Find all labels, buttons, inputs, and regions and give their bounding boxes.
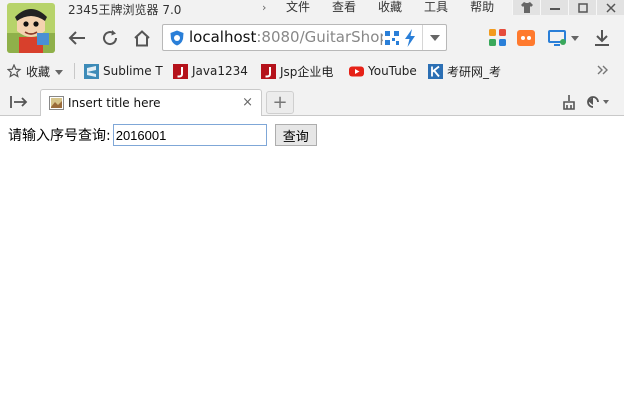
address-bar[interactable]: localhost:8080/GuitarShop	[162, 24, 447, 51]
query-form: 请输入序号查询: 查询	[8, 124, 317, 146]
double-chevron-right-icon	[597, 64, 609, 78]
dropdown-arrow-icon	[429, 34, 440, 41]
user-avatar[interactable]	[7, 3, 55, 53]
url-text[interactable]: localhost:8080/GuitarShop	[189, 28, 383, 46]
youtube-icon	[349, 64, 364, 79]
new-tab-button[interactable]: +	[266, 91, 294, 114]
minimize-button[interactable]	[540, 0, 568, 15]
bookmark-label: Sublime T	[103, 64, 163, 78]
bookmark-separator	[74, 63, 75, 79]
favorites-label: 收藏	[26, 64, 51, 79]
qr-code-icon[interactable]	[385, 31, 399, 45]
game-icon[interactable]	[516, 28, 536, 48]
refresh-icon	[103, 30, 118, 46]
url-port-path: :8080/GuitarShop	[256, 28, 383, 46]
window-controls	[512, 0, 624, 15]
bookmark-label: 考研网_考	[447, 64, 502, 79]
screenshot-dropdown-icon[interactable]	[570, 28, 580, 48]
close-icon	[605, 2, 616, 13]
menu-file[interactable]: 文件	[286, 0, 310, 15]
address-dropdown-button[interactable]	[422, 25, 446, 50]
tab-strip: Insert title here × +	[0, 88, 624, 116]
menu-help[interactable]: 帮助	[470, 0, 494, 15]
refresh-button[interactable]	[97, 25, 123, 51]
bookmark-label: YouTube	[368, 64, 417, 78]
lightning-icon[interactable]	[403, 29, 417, 47]
download-icon[interactable]	[592, 28, 612, 48]
bookmark-label: Jsp企业电	[280, 64, 334, 79]
bookmark-item[interactable]: Jsp企业电	[261, 62, 333, 80]
home-button[interactable]	[129, 25, 155, 51]
home-icon	[134, 29, 150, 46]
back-arrow-icon	[68, 31, 85, 45]
url-host: localhost	[189, 28, 257, 46]
favorites-menu[interactable]: 收藏	[7, 62, 64, 80]
broom-icon	[563, 95, 575, 110]
app-title: 2345王牌浏览器 7.0	[68, 3, 182, 17]
menu-view[interactable]: 查看	[332, 0, 356, 15]
star-add-icon	[7, 63, 22, 79]
bookmark-label: Java1234	[192, 64, 248, 78]
maximize-icon	[577, 2, 588, 13]
java-j-icon	[173, 63, 188, 79]
screenshot-icon[interactable]	[548, 28, 568, 48]
query-button[interactable]: 查询	[274, 124, 317, 146]
chevron-down-icon	[55, 64, 64, 78]
shield-icon	[170, 30, 184, 46]
bookmark-item[interactable]: YouTube	[349, 62, 417, 80]
undo-close-tab-button[interactable]	[582, 89, 612, 115]
menu-tools[interactable]: 工具	[424, 0, 448, 15]
menu-favorites[interactable]: 收藏	[378, 0, 402, 15]
sidebar-toggle-button[interactable]	[6, 89, 32, 115]
query-label: 请输入序号查询:	[8, 128, 111, 144]
close-tab-icon[interactable]: ×	[242, 95, 253, 110]
sublime-icon	[84, 63, 99, 79]
minimize-icon	[549, 7, 560, 10]
shirt-icon	[520, 2, 533, 13]
tab-title: Insert title here	[68, 96, 161, 110]
page-favicon-icon	[49, 96, 64, 110]
bookmarks-bar: 收藏 Sublime T Java1234 Jsp企业电 YouTube 考研网…	[0, 60, 624, 82]
chevron-right-icon[interactable]: ›	[262, 1, 276, 14]
back-button[interactable]	[64, 25, 90, 51]
undo-icon	[587, 96, 609, 108]
close-window-button[interactable]	[596, 0, 624, 15]
plus-icon: +	[272, 92, 288, 113]
sidebar-toggle-icon	[10, 96, 28, 108]
page-content: 请输入序号查询: 查询	[0, 117, 624, 420]
menu-bar: › 文件 查看 收藏 工具 帮助	[262, 0, 516, 15]
bookmark-item[interactable]: 考研网_考	[428, 62, 501, 80]
browser-chrome: 2345王牌浏览器 7.0 › 文件 查看 收藏 工具 帮助 localhost…	[0, 0, 624, 116]
kaoyan-icon	[428, 63, 443, 79]
serial-number-input[interactable]	[112, 124, 267, 146]
maximize-button[interactable]	[568, 0, 596, 15]
bookmarks-overflow-button[interactable]	[597, 62, 609, 80]
clean-button[interactable]	[556, 89, 582, 115]
java-j-icon	[261, 63, 276, 79]
tab-insert-title[interactable]: Insert title here ×	[40, 89, 262, 116]
bookmark-item[interactable]: Sublime T	[84, 62, 163, 80]
skin-button[interactable]	[512, 0, 540, 15]
apps-grid-icon[interactable]	[488, 28, 508, 48]
bookmark-item[interactable]: Java1234	[173, 62, 248, 80]
